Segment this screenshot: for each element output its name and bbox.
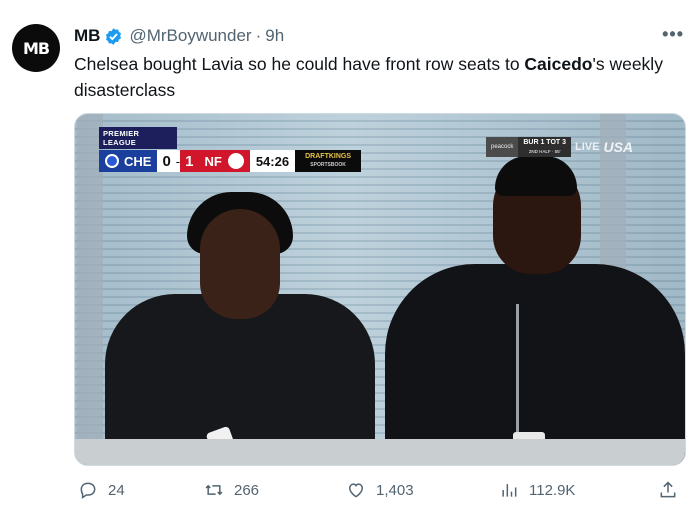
person-left-head bbox=[200, 209, 280, 319]
reply-button[interactable]: 24 bbox=[78, 480, 125, 500]
share-icon bbox=[660, 481, 676, 498]
match-clock: 54:26 bbox=[249, 150, 296, 172]
avatar[interactable]: MB bbox=[12, 24, 60, 72]
home-team: CHE bbox=[99, 150, 158, 172]
verified-badge-icon bbox=[106, 27, 122, 45]
reply-icon bbox=[80, 482, 96, 499]
separator-dot: · bbox=[255, 26, 262, 45]
user-handle[interactable]: @MrBoywunder bbox=[129, 26, 251, 46]
tweet-media-image[interactable]: PREMIER LEAGUE CHE 0 - 1 NF 54:26 DRAFTK… bbox=[74, 113, 686, 466]
home-team-name: CHE bbox=[124, 153, 152, 169]
tweet-actions: 24 266 1,403 112.9K bbox=[74, 480, 686, 506]
league-label: PREMIER LEAGUE bbox=[99, 127, 177, 149]
tweet-header: MB @MrBoywunder · 9h bbox=[74, 26, 284, 46]
views-button[interactable]: 112.9K bbox=[499, 480, 575, 500]
score-bar: CHE 0 - 1 NF 54:26 DRAFTKINGS SPORTSBOOK bbox=[99, 150, 362, 172]
network-logo: USA bbox=[603, 139, 634, 155]
other-score-line: BUR 1 TOT 3 bbox=[523, 139, 567, 146]
tweet-text-part: Chelsea bought Lavia so he could have fr… bbox=[74, 54, 525, 74]
away-score: 1 bbox=[180, 150, 199, 172]
more-options-icon[interactable]: ••• bbox=[662, 24, 684, 45]
sponsor-line-1: DRAFTKINGS bbox=[305, 153, 352, 160]
person-right-hair bbox=[495, 156, 577, 196]
tweet-timestamp[interactable]: 9h bbox=[265, 26, 284, 46]
bench bbox=[75, 439, 685, 465]
reply-count: 24 bbox=[108, 481, 125, 499]
jacket-zipper bbox=[516, 304, 519, 434]
scorebug: PREMIER LEAGUE CHE 0 - 1 NF 54:26 DRAFTK… bbox=[99, 127, 362, 172]
retweet-count: 266 bbox=[234, 481, 260, 499]
other-score-half: 2ND HALF · 55' bbox=[528, 149, 561, 154]
view-count: 112.9K bbox=[529, 481, 576, 499]
peacock-logo: peacock bbox=[486, 137, 519, 157]
home-score: 0 bbox=[157, 150, 176, 172]
like-button[interactable]: 1,403 bbox=[346, 480, 414, 500]
chelsea-crest-icon bbox=[105, 154, 119, 168]
display-name[interactable]: MB bbox=[74, 26, 100, 46]
broadcast-bug: peacock BUR 1 TOT 3 2ND HALF · 55' LIVE … bbox=[486, 137, 633, 157]
tweet-text-bold: Caicedo bbox=[524, 54, 593, 74]
heart-icon bbox=[348, 483, 364, 498]
tweet-text: Chelsea bought Lavia so he could have fr… bbox=[74, 51, 692, 103]
sponsor-logo: DRAFTKINGS SPORTSBOOK bbox=[295, 150, 362, 172]
other-score: BUR 1 TOT 3 2ND HALF · 55' bbox=[518, 137, 572, 157]
live-label: LIVE bbox=[575, 141, 600, 153]
like-count: 1,403 bbox=[376, 481, 414, 499]
retweet-button[interactable]: 266 bbox=[204, 480, 259, 500]
retweet-icon bbox=[205, 484, 223, 496]
analytics-icon bbox=[502, 484, 517, 497]
sponsor-line-2: SPORTSBOOK bbox=[310, 162, 346, 168]
away-team: NF bbox=[198, 150, 250, 172]
share-button[interactable] bbox=[658, 480, 678, 505]
away-team-name: NF bbox=[204, 153, 222, 169]
forest-crest-icon bbox=[227, 153, 244, 169]
